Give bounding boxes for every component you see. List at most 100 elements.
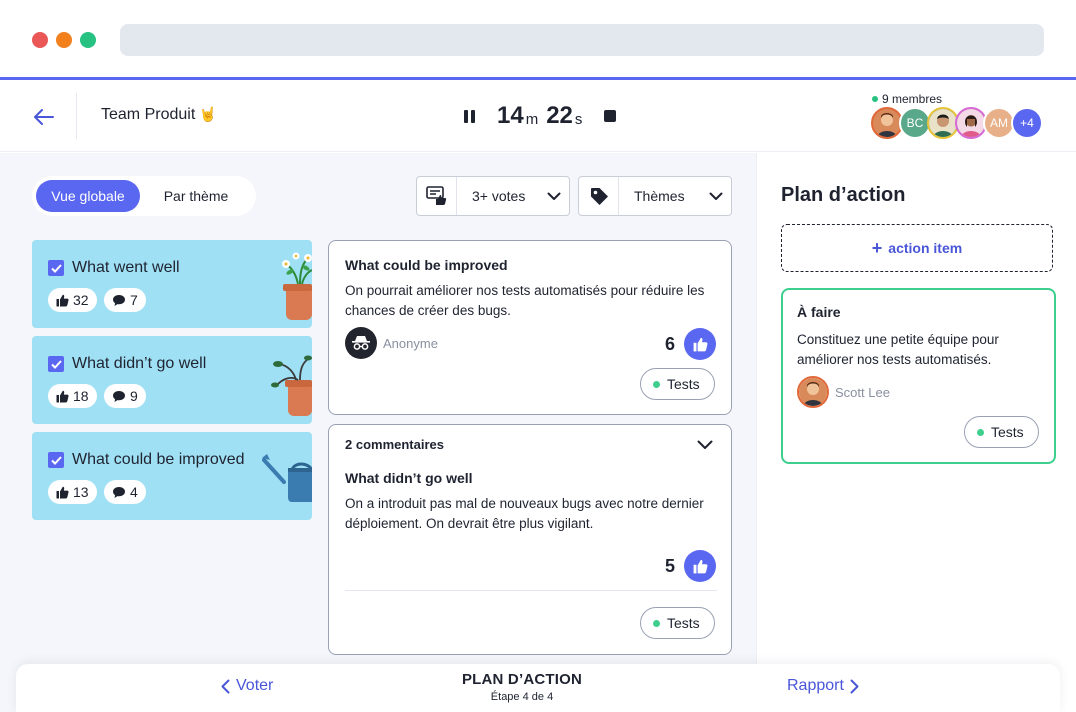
checkbox[interactable]: [48, 356, 64, 372]
like-button[interactable]: [684, 328, 716, 360]
tag-icon: [590, 188, 608, 205]
chevron-down-icon: [539, 192, 569, 201]
themes-filter-label: Thèmes: [634, 188, 685, 204]
author-name: Anonyme: [383, 335, 438, 351]
likes-count: 32: [73, 292, 89, 308]
checkbox[interactable]: [48, 452, 64, 468]
thumbs-up-icon: [693, 559, 707, 573]
comment-icon: [113, 390, 125, 402]
theme-tag[interactable]: Tests: [640, 368, 715, 400]
chevron-right-icon: [850, 679, 859, 693]
votes-filter-dropdown[interactable]: 3+ votes: [416, 176, 570, 216]
retro-board: Vue globale Par thème 3+ votes Thèmes Wh…: [0, 153, 756, 712]
comments-count-pill: 7: [104, 288, 146, 312]
stop-button[interactable]: [604, 110, 617, 122]
assignee-name: Scott Lee: [835, 384, 890, 400]
potted-flowers-illustration: [282, 252, 312, 320]
window-close-dot[interactable]: [32, 32, 48, 48]
tag-color-dot: [653, 619, 660, 627]
add-action-item-label: action item: [888, 240, 963, 256]
person-photo-icon: [799, 378, 827, 406]
back-button[interactable]: [30, 103, 58, 131]
pause-button[interactable]: [461, 107, 477, 125]
members-count: 9 membres: [872, 92, 942, 106]
tag-color-dot: [977, 428, 984, 436]
window-minimize-dot[interactable]: [56, 32, 72, 48]
view-global-button[interactable]: Vue globale: [36, 180, 140, 212]
next-step-label: Rapport: [787, 677, 844, 694]
more-members-badge[interactable]: +4: [1011, 107, 1043, 139]
next-step-button[interactable]: Rapport: [787, 677, 859, 695]
step-subtitle: Étape 4 de 4: [490, 691, 554, 703]
address-bar[interactable]: [120, 24, 1044, 56]
browser-chrome: [0, 0, 1076, 80]
comments-count-pill: 4: [104, 480, 146, 504]
tag-label: Tests: [991, 424, 1024, 440]
votes-filter-label: 3+ votes: [472, 188, 526, 204]
action-plan-panel: Plan d’action + action item À faire Cons…: [756, 153, 1076, 712]
likes-count: 13: [73, 484, 89, 500]
add-action-item-button[interactable]: + action item: [781, 224, 1053, 272]
checkbox[interactable]: [48, 260, 64, 276]
chevron-down-icon[interactable]: [697, 437, 713, 455]
action-item-card[interactable]: À faire Constituez une petite équipe pou…: [781, 288, 1056, 464]
checkmark-icon: [50, 455, 62, 465]
category-what-didnt-go-well[interactable]: What didn’t go well 18 9: [32, 336, 312, 424]
like-button[interactable]: [684, 550, 716, 582]
checkmark-icon: [50, 359, 62, 369]
timer: 14 m 22 s: [461, 99, 617, 133]
anonymous-avatar: [345, 327, 377, 359]
category-what-could-be-improved[interactable]: What could be improved 13 4: [32, 432, 312, 520]
category-title: What didn’t go well: [72, 355, 207, 372]
theme-tag[interactable]: Tests: [640, 607, 715, 639]
view-toggle: Vue globale Par thème: [32, 176, 256, 216]
card-text: On a introduit pas mal de nouveaux bugs …: [345, 496, 704, 531]
window-maximize-dot[interactable]: [80, 32, 96, 48]
vote-count: 6: [665, 334, 676, 354]
card-divider: [345, 590, 717, 591]
thumbs-up-icon: [693, 337, 707, 351]
person-photo-icon: [957, 109, 985, 137]
comment-icon: [113, 486, 125, 498]
comment-icon: [113, 294, 125, 306]
feedback-card[interactable]: What could be improved On pourrait améli…: [328, 240, 732, 415]
category-what-went-well[interactable]: What went well 32 7: [32, 240, 312, 328]
votes-filter-icon-wrap: [417, 177, 457, 215]
comments-toggle-label[interactable]: 2 commentaires: [345, 437, 444, 452]
themes-filter-icon-wrap: [579, 177, 619, 215]
avatar-group[interactable]: BC AM +4: [871, 107, 1043, 139]
assignee[interactable]: Scott Lee: [797, 376, 890, 408]
card-category-title: What could be improved: [345, 257, 508, 273]
themes-filter-dropdown[interactable]: Thèmes: [578, 176, 732, 216]
members-label: 9 membres: [882, 92, 943, 106]
checkmark-icon: [50, 263, 62, 273]
card-author: Anonyme: [345, 327, 438, 359]
team-name-label: Team Produit: [101, 106, 196, 123]
comments-count-pill: 9: [104, 384, 146, 408]
chevron-down-icon: [701, 192, 731, 201]
comments-count: 9: [130, 388, 138, 404]
panel-title: Plan d’action: [781, 184, 906, 206]
arrow-left-icon: [34, 109, 54, 125]
team-name: Team Produit 🤘: [101, 106, 217, 124]
likes-count-pill: 32: [48, 288, 97, 312]
step-navigation-bar: Voter PLAN D’ACTION Étape 4 de 4 Rapport: [16, 664, 1060, 712]
feedback-card[interactable]: 2 commentaires What didn’t go well On a …: [328, 424, 732, 655]
plus-icon: +: [871, 237, 883, 258]
thumbs-up-icon: [56, 486, 69, 498]
timer-seconds-unit: s: [574, 110, 583, 128]
theme-tag[interactable]: Tests: [964, 416, 1039, 448]
timer-minutes: 14: [497, 102, 524, 129]
pause-icon: [463, 109, 468, 123]
action-status: À faire: [797, 304, 841, 320]
view-by-theme-button[interactable]: Par thème: [140, 180, 252, 212]
comments-count: 4: [130, 484, 138, 500]
incognito-icon: [352, 336, 370, 350]
vote-count: 5: [665, 556, 676, 576]
card-vote-icon: [425, 186, 446, 205]
more-members-count: +4: [1020, 116, 1034, 130]
online-indicator: [872, 96, 878, 102]
likes-count-pill: 13: [48, 480, 97, 504]
watering-can-illustration: [262, 454, 312, 502]
tag-label: Tests: [667, 615, 700, 631]
